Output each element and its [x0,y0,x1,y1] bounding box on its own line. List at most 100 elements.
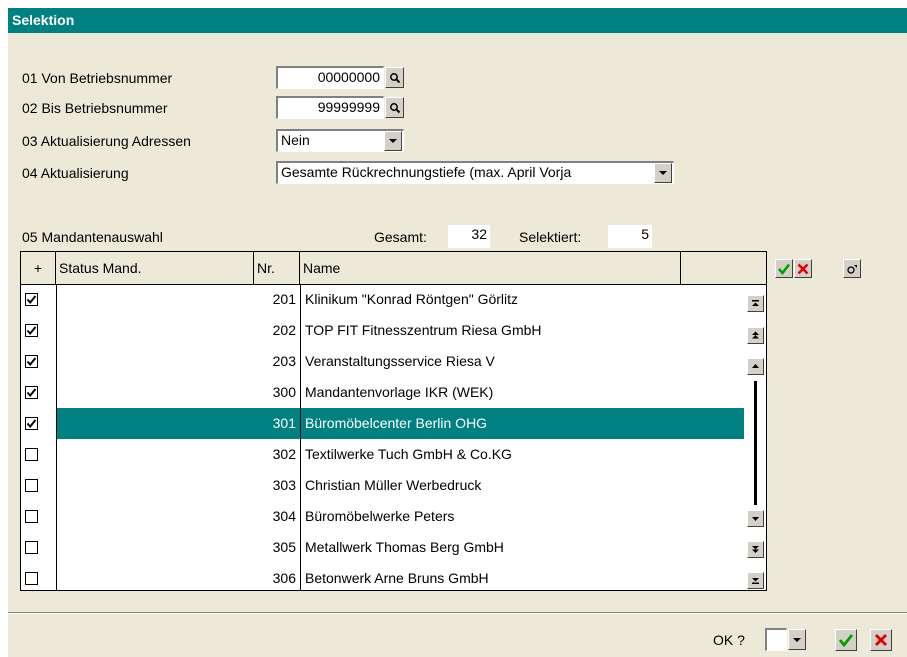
footer-separator [8,612,907,614]
title-bar: Selektion [8,8,907,33]
scrollbar-track[interactable] [754,381,757,505]
row-checkbox[interactable] [25,448,38,461]
ok-input[interactable] [765,628,787,651]
scroll-bottom-button[interactable] [747,572,764,589]
scroll-down-icon [752,517,759,521]
search-icon [389,102,400,113]
row-nr: 301 [254,408,300,439]
checkmark-icon [26,388,37,398]
page-up-button[interactable] [747,327,764,344]
chevron-down-icon [793,637,801,642]
von-betriebsnummer-input[interactable]: 00000000 [276,66,384,89]
row-checkbox[interactable] [25,324,38,337]
label-mandantenauswahl: 05 Mandantenauswahl [22,229,163,245]
header-status[interactable]: Status Mand. [56,252,254,284]
row-name: Mandantenvorlage IKR (WEK) [305,384,494,400]
row-status [57,346,254,377]
table-row[interactable]: 305 Metallwerk Thomas Berg GmbH [21,532,766,563]
ok-label: OK ? [713,632,745,648]
row-nr: 305 [272,539,296,555]
header-scroll [681,252,766,284]
check-icon [838,634,854,648]
row-nr: 203 [272,353,296,369]
select-all-button[interactable] [775,259,793,278]
checkmark-icon [26,419,37,429]
confirm-button[interactable] [835,629,857,651]
row-name: Klinikum "Konrad Röntgen" Görlitz [305,291,519,307]
row-status [57,408,254,439]
table-row[interactable]: 303 Christian Müller Werbedruck [21,470,766,501]
row-name: Veranstaltungsservice Riesa V [305,353,495,369]
scroll-top-icon [752,300,759,306]
options-icon [847,264,857,274]
header-nr[interactable]: Nr. [254,252,300,284]
options-button[interactable] [843,259,861,278]
table-row[interactable]: 302 Textilwerke Tuch GmbH & Co.KG [21,439,766,470]
search-button-bis[interactable] [385,97,404,118]
ok-dropdown-button[interactable] [788,629,806,650]
row-checkbox[interactable] [25,510,38,523]
table-row[interactable]: 202 TOP FIT Fitnesszentrum Riesa GmbH [21,315,766,346]
checkmark-icon [26,326,37,336]
label-bis-betriebsnummer: 02 Bis Betriebsnummer [22,100,168,116]
row-nr: 300 [272,384,296,400]
table-header: + Status Mand. Nr. Name [21,252,766,285]
row-checkbox[interactable] [25,541,38,554]
selektiert-count: 5 [608,225,652,248]
scroll-up-icon [752,364,759,368]
row-status [57,501,254,532]
gesamt-count: 32 [448,225,490,248]
table-row[interactable]: 304 Büromöbelwerke Peters [21,501,766,532]
table-row[interactable]: 300 Mandantenvorlage IKR (WEK) [21,377,766,408]
row-name: Büromöbelcenter Berlin OHG [301,408,744,439]
close-icon [797,263,809,274]
column-divider [56,284,57,590]
row-checkbox[interactable] [25,417,38,430]
row-checkbox[interactable] [25,572,38,585]
mandanten-table: + Status Mand. Nr. Name 201 Klinikum "Kon… [20,251,767,591]
scroll-up-button[interactable] [747,358,764,375]
deselect-all-button[interactable] [794,259,812,278]
header-name[interactable]: Name [300,252,681,284]
scroll-top-button[interactable] [747,295,764,312]
close-icon [875,634,887,646]
page-down-icon [752,546,759,553]
aktualisierung-adressen-dropdown-button[interactable] [384,131,402,151]
header-select-all[interactable]: + [21,252,56,284]
row-status [57,439,254,470]
search-button-von[interactable] [385,67,404,88]
selection-window: Selektion 01 Von Betriebsnummer 00000000… [8,8,907,657]
label-von-betriebsnummer: 01 Von Betriebsnummer [22,70,173,86]
row-nr: 304 [272,508,296,524]
row-status [57,377,254,408]
table-row[interactable]: 306 Betonwerk Arne Bruns GmbH [21,563,766,590]
row-checkbox[interactable] [25,355,38,368]
page-down-button[interactable] [747,541,764,558]
aktualisierung-dropdown-button[interactable] [654,163,672,183]
row-name: Metallwerk Thomas Berg GmbH [305,539,504,555]
table-row[interactable]: 203 Veranstaltungsservice Riesa V [21,346,766,377]
row-checkbox[interactable] [25,479,38,492]
column-divider [300,284,301,590]
cancel-button[interactable] [870,629,892,651]
scroll-down-button[interactable] [747,510,764,527]
row-name: TOP FIT Fitnesszentrum Riesa GmbH [305,322,542,338]
aktualisierung-select[interactable]: Gesamte Rückrechnungstiefe (max. April V… [276,161,674,184]
row-checkbox[interactable] [25,293,38,306]
table-row[interactable]: 201 Klinikum "Konrad Röntgen" Görlitz [21,284,766,315]
page-up-icon [752,331,759,339]
row-status [57,284,254,315]
chevron-down-icon [659,171,667,175]
label-aktualisierung: 04 Aktualisierung [22,165,129,181]
row-status [57,470,254,501]
table-row[interactable]: 301 Büromöbelcenter Berlin OHG [21,408,766,439]
row-nr: 202 [272,322,296,338]
chevron-down-icon [389,139,397,143]
row-nr: 306 [272,570,296,586]
row-name: Christian Müller Werbedruck [305,477,482,493]
row-name: Betonwerk Arne Bruns GmbH [305,570,489,586]
row-nr: 302 [272,446,296,462]
row-checkbox[interactable] [25,386,38,399]
bis-betriebsnummer-input[interactable]: 99999999 [276,96,384,119]
label-selektiert: Selektiert: [519,229,582,245]
